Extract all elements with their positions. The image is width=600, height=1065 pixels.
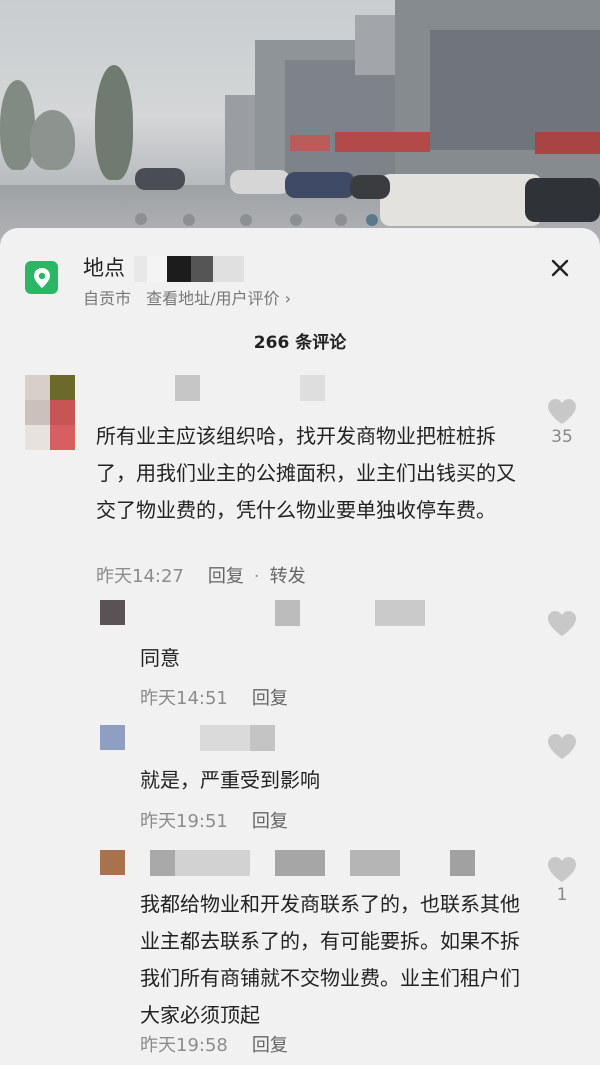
reply-time: 昨天19:51 [140, 811, 228, 832]
comment-meta: 昨天14:27 回复 · 转发 [96, 562, 306, 588]
reply-button[interactable]: 回复 [252, 688, 288, 709]
view-address-link[interactable]: 查看地址/用户评价 › [146, 289, 291, 308]
comment-text: 所有业主应该组织哈，找开发商物业把桩桩拆了，用我们业主的公摊面积，业主们出钱买的… [96, 424, 516, 522]
location-city: 自贡市 [83, 289, 132, 308]
location-subtitle: 自贡市 查看地址/用户评价 › [83, 285, 291, 309]
username-blurred[interactable] [200, 725, 280, 751]
like-button[interactable] [547, 610, 577, 637]
heart-icon [548, 611, 576, 636]
location-badge[interactable] [25, 261, 58, 294]
reply-time: 昨天14:51 [140, 688, 228, 709]
map-pin-icon [33, 267, 50, 288]
like-button[interactable]: 1 [547, 856, 577, 905]
username-blurred[interactable] [275, 600, 430, 626]
comment-time: 昨天14:27 [96, 566, 184, 587]
avatar[interactable] [100, 600, 125, 625]
reply-button[interactable]: 回复 [252, 1035, 288, 1056]
reply-meta: 昨天14:51 回复 [140, 684, 288, 710]
comment-count: 266 条评论 [253, 333, 347, 353]
like-button[interactable]: 35 [547, 398, 577, 447]
reply-meta: 昨天19:58 回复 [140, 1031, 288, 1057]
location-title-label: 地点 [83, 256, 125, 280]
reply-time: 昨天19:58 [140, 1035, 228, 1056]
share-button[interactable]: 转发 [270, 566, 306, 587]
reply-text: 同意 [140, 646, 180, 670]
like-button[interactable] [547, 733, 577, 760]
like-count: 1 [556, 885, 568, 905]
heart-icon [548, 857, 576, 882]
like-count: 35 [551, 427, 573, 447]
location-name-blurred [133, 256, 244, 282]
reply-button[interactable]: 回复 [208, 566, 244, 587]
avatar[interactable] [100, 850, 125, 875]
reply-button[interactable]: 回复 [252, 811, 288, 832]
close-icon [551, 259, 569, 277]
heart-icon [548, 399, 576, 424]
reply-meta: 昨天19:51 回复 [140, 807, 288, 833]
reply-text: 就是，严重受到影响 [140, 768, 320, 792]
close-button[interactable] [546, 254, 574, 282]
background-street-photo [0, 0, 600, 260]
avatar[interactable] [100, 725, 125, 750]
avatar[interactable] [25, 375, 75, 450]
heart-icon [548, 734, 576, 759]
view-address-label: 查看地址/用户评价 [146, 289, 280, 308]
username-blurred[interactable] [150, 850, 480, 876]
reply-text: 我都给物业和开发商联系了的，也联系其他业主都去联系了的，有可能要拆。如果不拆我们… [140, 892, 520, 1027]
location-title[interactable]: 地点 [83, 252, 244, 282]
chevron-right-icon: › [284, 289, 292, 308]
separator-dot: · [253, 566, 260, 587]
username-blurred[interactable] [175, 375, 330, 401]
